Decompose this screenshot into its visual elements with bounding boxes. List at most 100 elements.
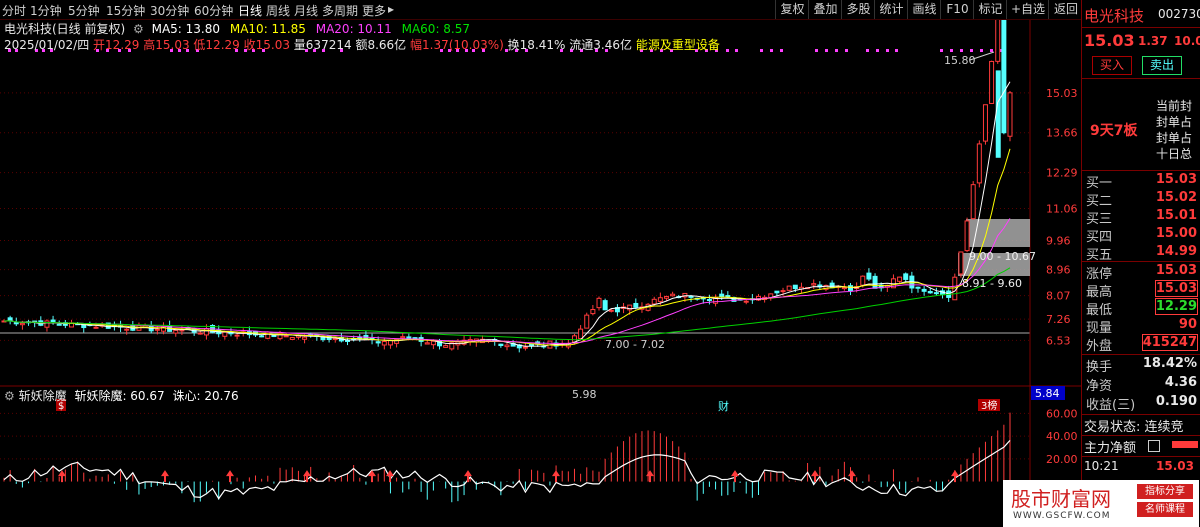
candle-149 bbox=[915, 286, 921, 293]
funds-label-0: 换手 bbox=[1086, 360, 1113, 375]
stats-value-0: 15.03 bbox=[1155, 263, 1197, 278]
stats-value-4: 415247 bbox=[1141, 334, 1199, 351]
candle-163 bbox=[1001, 12, 1007, 135]
price-tick-0: 15.03 bbox=[1046, 87, 1078, 100]
candle-128 bbox=[786, 285, 792, 292]
event-marker-2[interactable]: 财 bbox=[718, 399, 729, 413]
watermark-tag1: 指标分享 bbox=[1137, 484, 1193, 499]
bar-low: 低12.29 bbox=[193, 38, 240, 52]
main-flow-toggle-icon[interactable] bbox=[1148, 440, 1160, 452]
bar-float-cap: 流通3.46亿 bbox=[569, 38, 632, 52]
funds-row-1: 净资 4.36 bbox=[1086, 375, 1199, 394]
zone-label-2: 9.00 - 10.67 bbox=[969, 250, 1036, 263]
last-price: 15.03 bbox=[1084, 31, 1135, 50]
tick-price: 15.03 bbox=[1156, 459, 1194, 473]
toolbar-button-7[interactable]: +自选 bbox=[1006, 0, 1049, 19]
main-flow-label: 主力净额 bbox=[1084, 441, 1137, 456]
period-tab-3[interactable]: 15分钟 bbox=[106, 2, 145, 19]
bar-open: 开12.29 bbox=[93, 38, 140, 52]
limit-up-tag: 9天7板 bbox=[1090, 123, 1138, 139]
toolbar-button-2[interactable]: 多股 bbox=[841, 0, 875, 19]
buy-signal-arrow-4 bbox=[368, 470, 376, 483]
funds-label-2: 收益(三) bbox=[1086, 398, 1136, 413]
price-pct: 10.0 bbox=[1174, 34, 1200, 48]
signal-dot-44 bbox=[760, 49, 763, 52]
funds-label-1: 净资 bbox=[1086, 379, 1113, 394]
chart-header-line2: 2025/01/02/四 开12.29 高15.03 低12.29 收15.03… bbox=[4, 36, 720, 53]
candle-100 bbox=[614, 304, 620, 317]
indicator-title[interactable]: 斩妖除魔 bbox=[19, 389, 67, 403]
period-tab-4[interactable]: 30分钟 bbox=[150, 2, 189, 19]
ma5-line bbox=[3, 81, 1011, 347]
period-tab-2[interactable]: 5分钟 bbox=[68, 2, 100, 19]
toolbar-button-6[interactable]: 标记 bbox=[973, 0, 1007, 19]
quote-panel: 电光科技 002730 15.03 1.37 10.0 买入 卖出 9天7板 当… bbox=[1081, 0, 1200, 527]
candle-72 bbox=[443, 344, 449, 348]
settings-icon[interactable]: ⚙ bbox=[133, 22, 144, 36]
candle-158 bbox=[970, 181, 976, 220]
signal-dot-49 bbox=[835, 49, 838, 52]
kline-chart[interactable]: 15.80 5.98 7.00 - 7.02 9.00 - 10.67 8.91… bbox=[0, 0, 1081, 527]
bids-value-1: 15.02 bbox=[1155, 190, 1197, 205]
watermark-tag2: 名师课程 bbox=[1137, 502, 1193, 517]
bar-high: 高15.03 bbox=[143, 38, 190, 52]
signal-dot-59 bbox=[980, 49, 983, 52]
candle-142 bbox=[872, 273, 878, 289]
stats-row-4: 外盘 415247 bbox=[1086, 334, 1199, 354]
toolbar-button-4[interactable]: 画线 bbox=[907, 0, 941, 19]
period-tab-6[interactable]: 日线 bbox=[238, 2, 262, 19]
signal-dot-45 bbox=[770, 49, 773, 52]
toolbar-button-8[interactable]: 返回 bbox=[1048, 0, 1083, 19]
signal-dot-54 bbox=[895, 49, 898, 52]
funds-value-1: 4.36 bbox=[1164, 375, 1197, 390]
candle-20 bbox=[124, 328, 130, 335]
toolbar-button-5[interactable]: F10 bbox=[940, 0, 974, 19]
high-annotation: 15.80 bbox=[944, 54, 976, 67]
stock-code: 002730 bbox=[1158, 7, 1200, 21]
candle-133 bbox=[817, 281, 823, 289]
period-tab-10[interactable]: 更多 bbox=[362, 2, 386, 19]
period-tab-5[interactable]: 60分钟 bbox=[194, 2, 233, 19]
candle-1 bbox=[7, 315, 13, 325]
indicator-settings-icon[interactable]: ⚙ bbox=[4, 389, 15, 403]
period-tab-0[interactable]: 分时 bbox=[2, 2, 26, 19]
candle-161 bbox=[989, 60, 995, 104]
candle-116 bbox=[713, 294, 719, 307]
indicator-ticks: 60.00 40.00 20.00 bbox=[1046, 407, 1078, 465]
buy-button[interactable]: 买入 bbox=[1092, 56, 1132, 75]
period-tab-1[interactable]: 1分钟 bbox=[30, 2, 62, 19]
buy-signal-arrow-2 bbox=[226, 470, 234, 483]
bids-value-0: 15.03 bbox=[1155, 172, 1197, 187]
toolbar-button-1[interactable]: 叠加 bbox=[808, 0, 842, 19]
more-arrow-icon[interactable]: ▸ bbox=[388, 2, 394, 16]
toolbar-button-0[interactable]: 复权 bbox=[775, 0, 809, 19]
toolbar-button-3[interactable]: 统计 bbox=[874, 0, 908, 19]
stats-value-2: 12.29 bbox=[1154, 298, 1199, 315]
bids-row-2: 买三 15.01 bbox=[1086, 208, 1199, 227]
candle-66 bbox=[406, 333, 412, 340]
bids-row-0: 买一 15.03 bbox=[1086, 172, 1199, 191]
stats-label-2: 最低 bbox=[1086, 303, 1113, 318]
period-tab-7[interactable]: 周线 bbox=[266, 2, 290, 19]
funds-row-0: 换手 18.42% bbox=[1086, 356, 1199, 375]
period-tab-8[interactable]: 月线 bbox=[294, 2, 318, 19]
buy-signal-arrow-9 bbox=[731, 470, 739, 483]
bids-row-1: 买二 15.02 bbox=[1086, 190, 1199, 209]
indicator-tick-0: 60.00 bbox=[1046, 407, 1078, 420]
stats-value-1: 15.03 bbox=[1154, 280, 1199, 297]
candle-81 bbox=[498, 343, 504, 348]
funds-value-0: 18.42% bbox=[1142, 356, 1197, 371]
indicator-secondary: 诛心: 20.76 bbox=[172, 389, 239, 403]
signal-dot-53 bbox=[886, 49, 889, 52]
candle-152 bbox=[933, 287, 939, 296]
bar-sector: 能源及重型设备 bbox=[635, 38, 720, 52]
bar-turnover: 换18.41% bbox=[507, 38, 566, 52]
signal-dot-47 bbox=[815, 49, 818, 52]
period-tab-9[interactable]: 多周期 bbox=[322, 2, 358, 19]
candle-96 bbox=[590, 305, 596, 316]
candle-77 bbox=[473, 338, 479, 347]
sell-button[interactable]: 卖出 bbox=[1142, 56, 1182, 75]
chart-title: 电光科技(日线 前复权) bbox=[4, 22, 126, 36]
candle-138 bbox=[848, 283, 854, 296]
bids-value-2: 15.01 bbox=[1155, 208, 1197, 223]
